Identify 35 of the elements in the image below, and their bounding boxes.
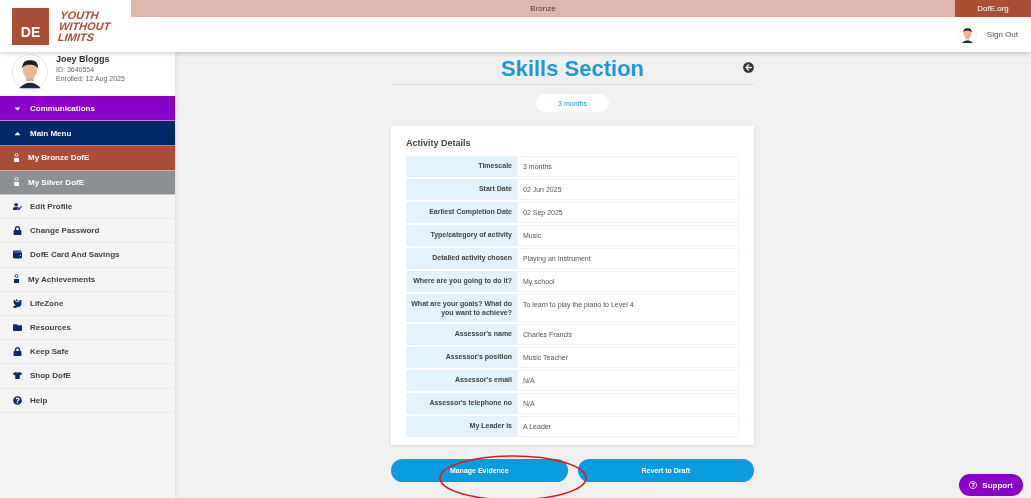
menu-item[interactable]: Change Password	[0, 219, 175, 244]
user-name: Joey Bloggs	[56, 54, 111, 64]
award-level-banner: Bronze	[131, 0, 955, 17]
menu-item[interactable]: Resources	[0, 315, 175, 341]
tshirt-icon	[13, 371, 22, 381]
emblem-icon	[13, 177, 20, 188]
menu-item[interactable]: LifeZone	[0, 291, 175, 316]
support-button[interactable]: Support	[959, 474, 1023, 496]
menu-item[interactable]: Keep Safe	[0, 340, 175, 365]
lock-icon	[13, 226, 22, 236]
menu-item[interactable]: Shop DofE	[0, 364, 175, 389]
emblem-icon	[13, 152, 20, 163]
avatar-icon	[957, 25, 977, 44]
logo-mark[interactable]: DE	[12, 7, 49, 45]
emblem-icon	[13, 274, 20, 285]
help-icon	[969, 481, 978, 489]
menu-item[interactable]: My Achievements	[0, 267, 175, 292]
menu-item[interactable]: Help	[0, 388, 175, 413]
menu-item[interactable]: DofE Card And Savings	[0, 243, 175, 268]
logo-tagline: YOUTH WITHOUT LIMITS	[57, 9, 113, 43]
menu-item[interactable]: Edit Profile	[0, 195, 175, 220]
back-icon[interactable]	[743, 62, 754, 73]
page-title: Skills Section	[500, 56, 645, 83]
help-icon	[13, 395, 22, 405]
menu-item[interactable]: My Bronze DofE	[0, 146, 175, 171]
menu-section-header[interactable]: Communications	[0, 96, 175, 121]
sign-out-link[interactable]: Sign Out	[986, 30, 1018, 39]
lock-icon	[13, 347, 22, 357]
wallet-icon	[13, 250, 22, 260]
menu-section-header[interactable]: Main Menu	[0, 121, 175, 146]
website-link[interactable]: DofE.org	[955, 0, 1031, 17]
card-title: Activity Details	[406, 138, 472, 148]
folder-icon	[13, 323, 22, 333]
user-edit-icon	[13, 202, 22, 212]
bird-icon	[13, 298, 22, 308]
